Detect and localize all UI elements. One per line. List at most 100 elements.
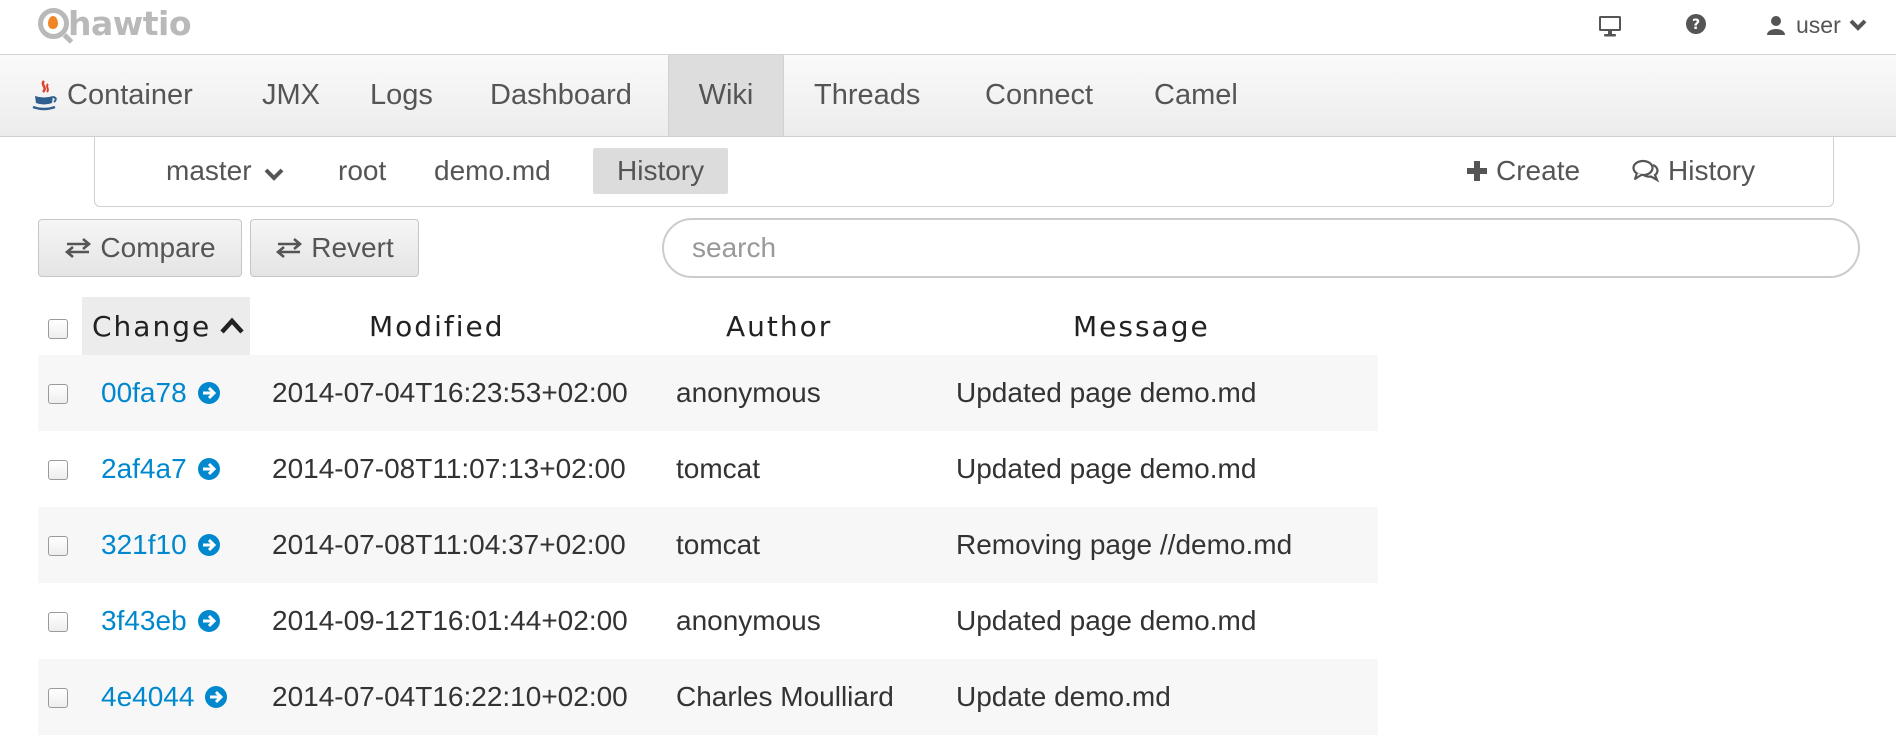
row-checkbox[interactable] [48,612,68,632]
column-header-author[interactable]: Author [726,297,832,355]
table-row: 2af4a7 2014-07-08T11:07:13+02:00 tomcat … [38,431,1378,507]
breadcrumb-root[interactable]: root [314,148,410,194]
change-id: 2af4a7 [101,453,187,484]
change-id: 00fa78 [101,377,187,408]
author-cell: Charles Moulliard [676,681,894,712]
search-input[interactable] [662,218,1860,278]
change-link[interactable]: 321f10 [101,507,221,583]
arrow-circle-right-icon [197,534,220,556]
tab-label: History [617,155,705,186]
history-label: History [1668,155,1756,186]
revert-label: Revert [311,232,394,263]
column-header-change[interactable]: Change [82,297,250,355]
column-header-message[interactable]: Message [1073,297,1210,355]
message-cell: Updated page demo.md [956,453,1257,484]
change-link[interactable]: 00fa78 [101,355,221,431]
monitor-icon[interactable] [1598,15,1622,37]
nav-item-camel[interactable]: Camel [1124,55,1268,136]
nav-item-jmx[interactable]: JMX [232,55,350,136]
user-name: user [1796,11,1841,38]
chevron-down-icon [1849,19,1867,31]
message-cell: Updated page demo.md [956,377,1257,408]
modified-cell: 2014-07-04T16:22:10+02:00 [272,681,628,712]
table-row: 321f10 2014-07-08T11:04:37+02:00 tomcat … [38,507,1378,583]
modified-cell: 2014-07-04T16:23:53+02:00 [272,377,628,408]
column-label: Change [92,309,212,343]
nav-item-threads[interactable]: Threads [784,55,950,136]
nav-label: Wiki [698,79,754,111]
revert-button[interactable]: Revert [250,219,419,277]
column-label: Modified [369,309,505,343]
change-link[interactable]: 2af4a7 [101,431,221,507]
arrow-circle-right-icon [197,610,220,632]
hawtio-logo[interactable]: hawtio [38,3,192,44]
nav-label: Container [67,79,193,111]
java-icon [32,79,57,110]
user-menu[interactable]: user [1766,0,1867,50]
message-cell: Updated page demo.md [956,605,1257,636]
row-checkbox[interactable] [48,688,68,708]
change-link[interactable]: 3f43eb [101,583,221,659]
nav-label: JMX [262,79,320,111]
author-cell: tomcat [676,529,761,560]
main-nav: Container JMX Logs Dashboard Wiki Thread… [0,55,1896,137]
help-icon[interactable]: ? [1685,13,1707,35]
table-row: 00fa78 2014-07-04T16:23:53+02:00 anonymo… [38,355,1378,431]
history-link[interactable]: History [1608,148,1779,194]
breadcrumb-label: root [338,155,387,186]
nav-label: Dashboard [490,79,632,111]
plus-icon [1467,161,1487,181]
table-header: Change Modified Author Message [38,297,1378,355]
change-link[interactable]: 4e4044 [101,659,228,735]
change-id: 3f43eb [101,605,187,636]
column-label: Author [726,309,833,343]
message-cell: Removing page //demo.md [956,529,1293,560]
exchange-icon [276,238,303,258]
logo-icon [38,7,74,44]
author-cell: anonymous [676,605,821,636]
create-label: Create [1496,155,1581,186]
arrow-circle-right-icon [197,458,220,480]
user-icon [1767,16,1785,35]
compare-label: Compare [100,232,216,263]
table-row: 4e4044 2014-07-04T16:22:10+02:00 Charles… [38,659,1378,735]
top-bar: hawtio ? user [0,0,1896,55]
arrow-circle-right-icon [205,686,228,708]
logo-text: hawtio [68,3,192,43]
exchange-icon [65,238,92,258]
svg-text:?: ? [1692,17,1700,33]
chevron-down-icon [264,168,283,181]
row-checkbox[interactable] [48,536,68,556]
modified-cell: 2014-07-08T11:07:13+02:00 [272,453,626,484]
comments-icon [1632,159,1660,183]
message-cell: Update demo.md [956,681,1171,712]
breadcrumb-label: demo.md [434,155,551,186]
author-cell: tomcat [676,453,761,484]
column-header-modified[interactable]: Modified [369,297,504,355]
row-checkbox[interactable] [48,460,68,480]
nav-item-container[interactable]: Container [0,55,223,136]
nav-item-dashboard[interactable]: Dashboard [460,55,662,136]
wiki-subnav: master root demo.md History Create Histo… [94,137,1834,207]
compare-button[interactable]: Compare [38,219,242,277]
nav-label: Camel [1154,79,1238,111]
nav-item-wiki[interactable]: Wiki [668,55,784,136]
change-id: 321f10 [101,529,187,560]
chevron-up-icon [220,317,244,334]
arrow-circle-right-icon [197,382,220,404]
change-id: 4e4044 [101,681,195,712]
select-all-checkbox[interactable] [48,319,68,339]
history-table: Change Modified Author Message 00fa78 20… [38,297,1378,735]
nav-item-connect[interactable]: Connect [955,55,1123,136]
create-link[interactable]: Create [1442,148,1604,194]
column-label: Message [1073,309,1210,343]
row-checkbox[interactable] [48,384,68,404]
modified-cell: 2014-07-08T11:04:37+02:00 [272,529,626,560]
tab-history[interactable]: History [593,148,729,194]
nav-item-logs[interactable]: Logs [340,55,463,136]
table-row: 3f43eb 2014-09-12T16:01:44+02:00 anonymo… [38,583,1378,659]
breadcrumb-demo-md[interactable]: demo.md [410,148,575,194]
branch-label: master [166,155,252,186]
nav-label: Threads [814,79,921,111]
branch-selector[interactable]: master [142,148,308,194]
